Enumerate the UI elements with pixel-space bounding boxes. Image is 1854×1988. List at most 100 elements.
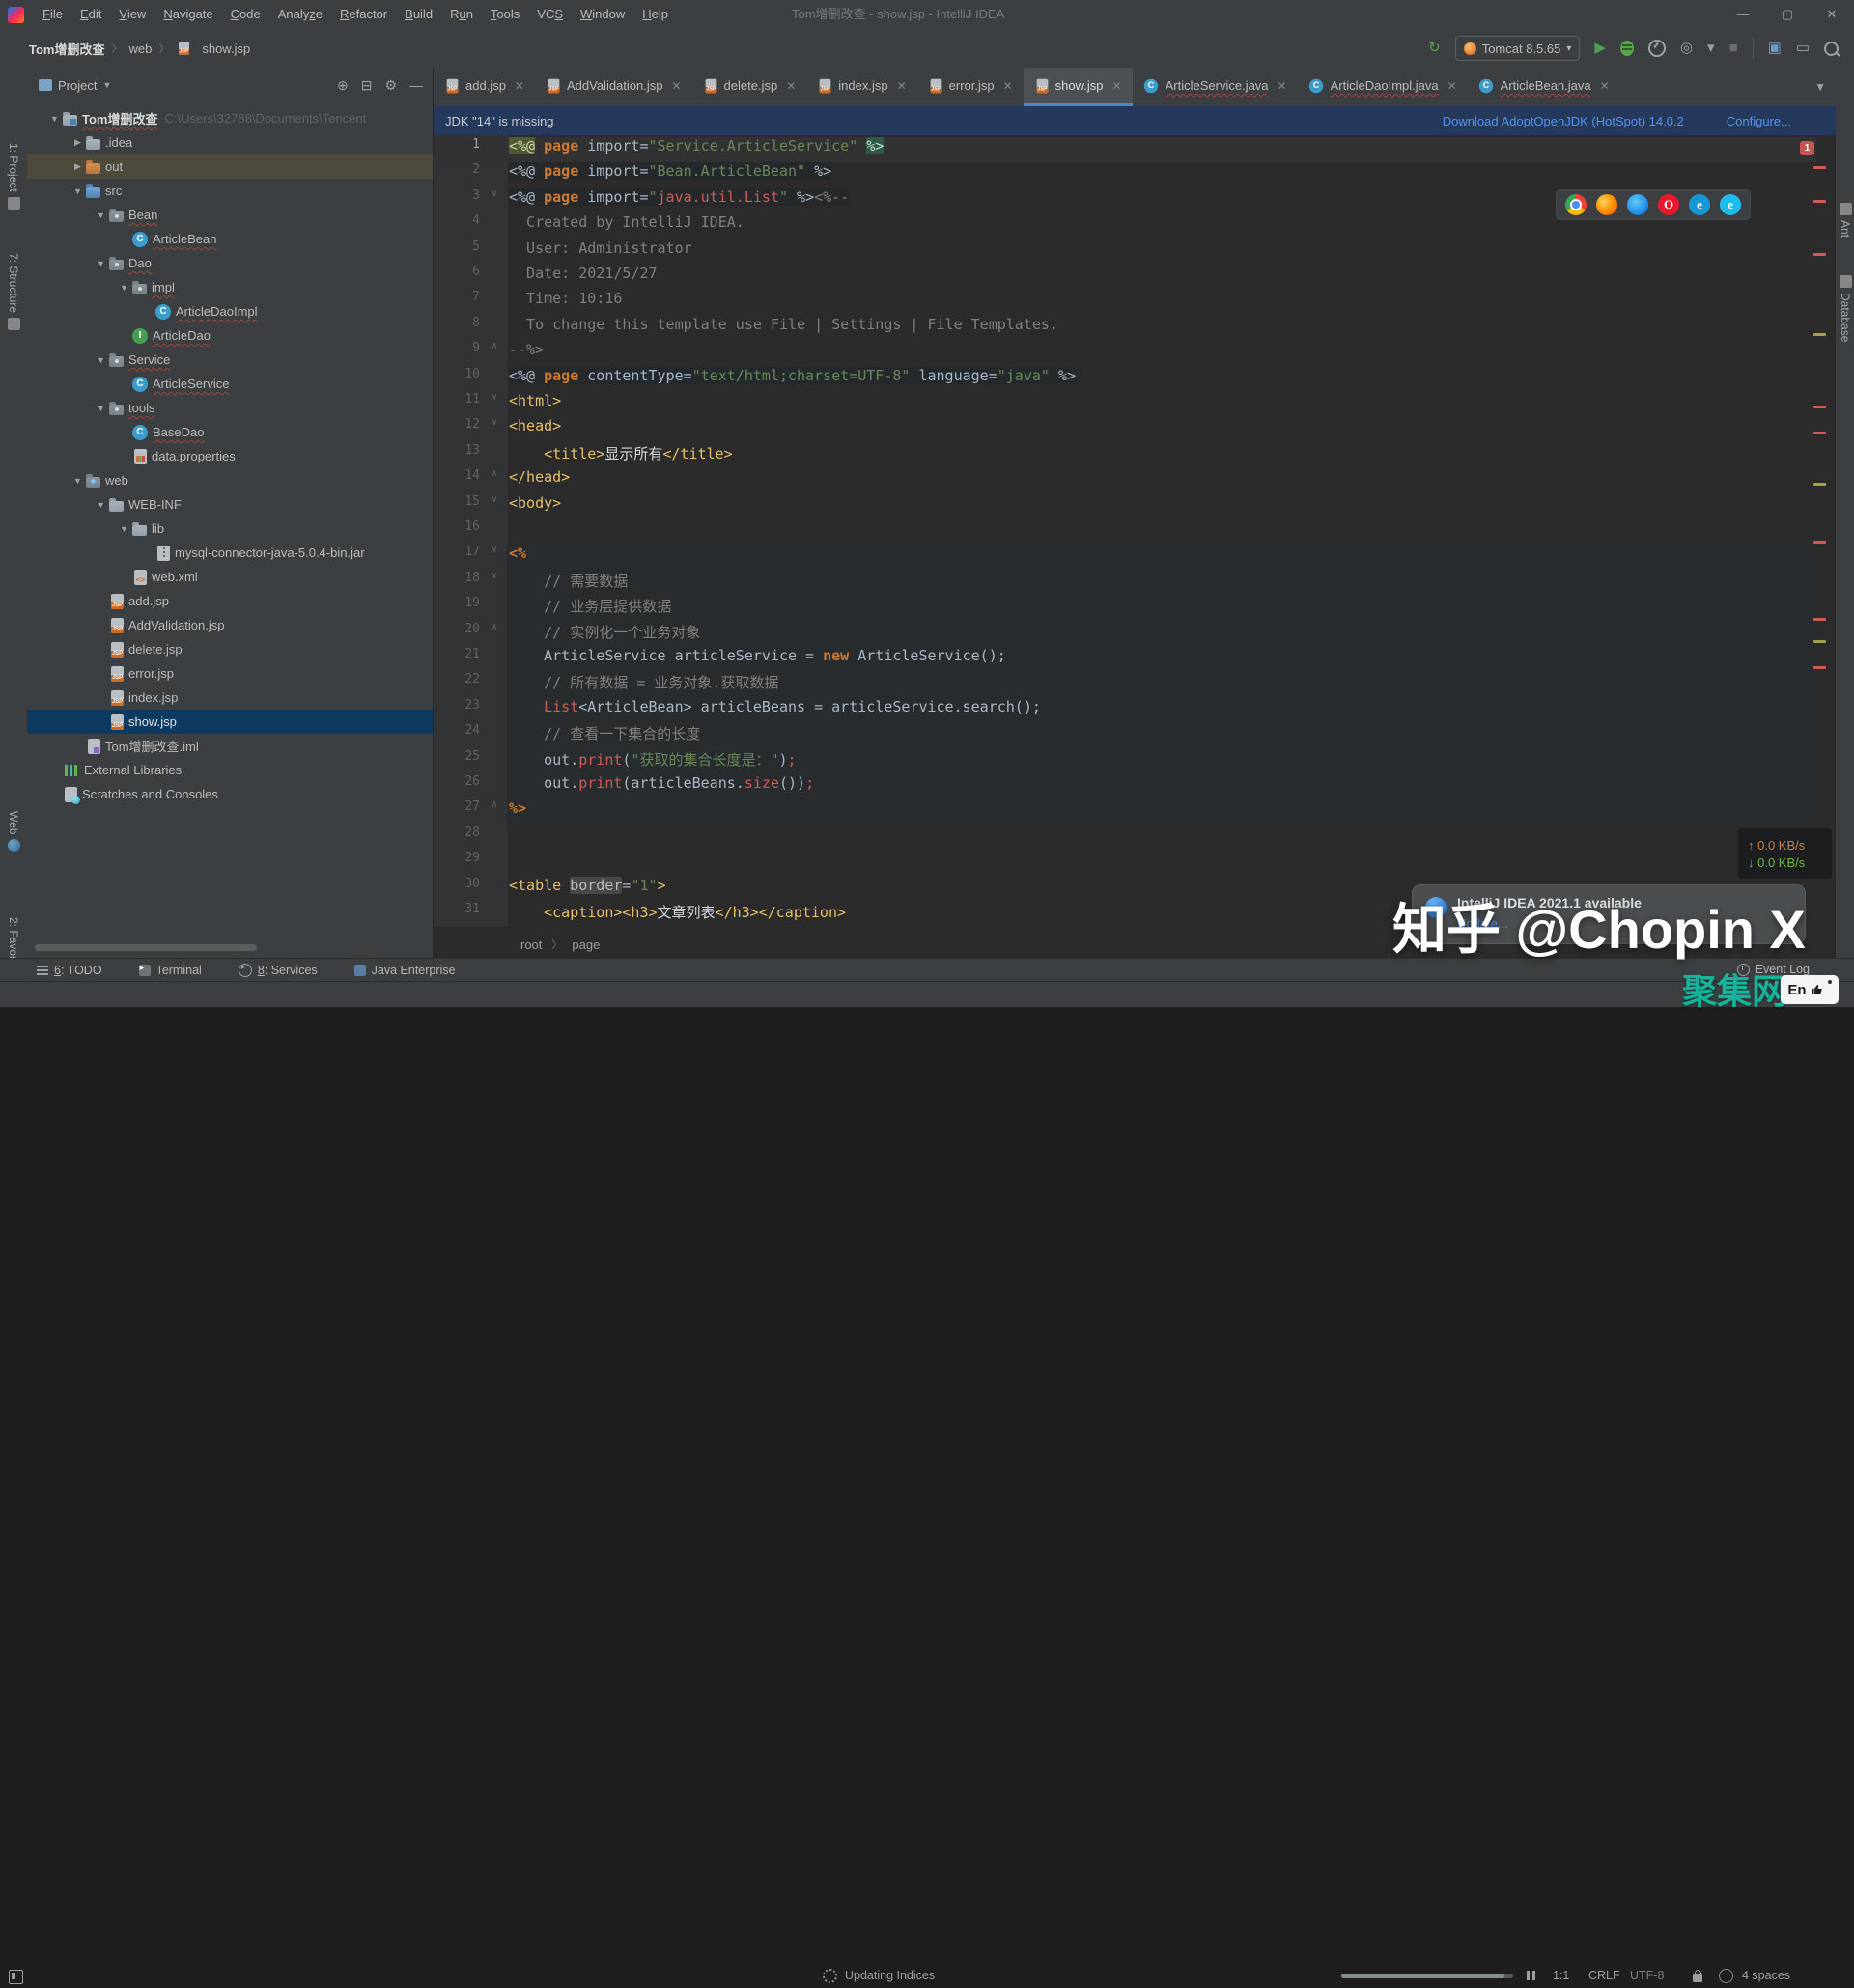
editor-area[interactable]: add.jsp✕AddValidation.jsp✕delete.jsp✕ind… (433, 68, 1836, 958)
tree-item-External-Libraries[interactable]: External Libraries (27, 758, 433, 782)
tree-item-ArticleService[interactable]: CArticleService (27, 372, 433, 396)
error-stripe-mark[interactable] (1813, 666, 1826, 669)
tab-add.jsp[interactable]: add.jsp✕ (434, 68, 535, 106)
chevron-down-icon[interactable]: ▼ (102, 80, 111, 90)
toolwindow-button-6-todo[interactable]: 6: TODO (37, 964, 102, 977)
dropdown-icon[interactable]: ▾ (1707, 29, 1715, 68)
fold-marker-icon[interactable]: ∧ (488, 622, 501, 632)
tree-item-ArticleDaoImpl[interactable]: CArticleDaoImpl (27, 299, 433, 323)
fold-marker-icon[interactable]: ∧ (488, 341, 501, 351)
menu-build[interactable]: Build (396, 0, 441, 29)
fold-marker-icon[interactable]: ∨ (488, 494, 501, 505)
error-stripe-mark[interactable] (1813, 166, 1826, 169)
toolwindow-button-terminal[interactable]: Terminal (139, 964, 202, 977)
pause-task-icon[interactable] (1527, 1971, 1536, 1980)
tree-item-src[interactable]: ▼src (27, 179, 433, 203)
minimize-button[interactable]: — (1721, 0, 1765, 29)
expanded-arrow-icon[interactable]: ▼ (93, 259, 109, 268)
project-structure-icon[interactable]: ▣ (1768, 29, 1782, 68)
close-tab-icon[interactable]: ✕ (1600, 79, 1610, 93)
code-lines[interactable]: 1<%@ page import="Service.ArticleService… (434, 137, 1816, 929)
stub-database[interactable]: Database (1836, 275, 1854, 342)
editor-breadcrumb-root[interactable]: root (520, 938, 542, 952)
preview-icon[interactable]: ▭ (1796, 29, 1810, 68)
menu-navigate[interactable]: Navigate (154, 0, 221, 29)
expanded-arrow-icon[interactable]: ▼ (116, 524, 132, 534)
menu-code[interactable]: Code (222, 0, 269, 29)
tree-item-lib[interactable]: ▼lib (27, 517, 433, 541)
indent-status[interactable]: 4 spaces (1742, 1963, 1790, 1988)
breadcrumb-item-1[interactable]: web (128, 42, 152, 56)
breadcrumb-item-0[interactable]: Tom增删改查 (29, 40, 104, 58)
project-view-selector[interactable]: Project (58, 78, 97, 93)
firefox-icon[interactable] (1596, 194, 1617, 215)
fold-marker-icon[interactable]: ∨ (488, 417, 501, 428)
menu-analyze[interactable]: Analyze (269, 0, 331, 29)
expanded-arrow-icon[interactable]: ▼ (116, 283, 132, 293)
tree-item-out[interactable]: ▶out (27, 154, 433, 179)
tree-item-Scratches-and-Consoles[interactable]: Scratches and Consoles (27, 782, 433, 806)
collapse-all-icon[interactable]: ⊟ (361, 77, 373, 94)
expanded-arrow-icon[interactable]: ▼ (46, 114, 63, 124)
close-button[interactable]: ✕ (1810, 0, 1854, 29)
inspections-error-badge[interactable]: 1 (1800, 141, 1814, 155)
file-encoding[interactable]: UTF-8 (1630, 1963, 1664, 1988)
expanded-arrow-icon[interactable]: ▼ (70, 186, 86, 196)
tree-item-ArticleDao[interactable]: IArticleDao (27, 323, 433, 348)
tree-item-Tom增删改查[interactable]: ▼Tom增删改查C:\Users\32788\Documents\Tencent (27, 106, 433, 130)
tab-ArticleDaoImpl.java[interactable]: CArticleDaoImpl.java✕ (1298, 68, 1468, 106)
tree-horizontal-scrollbar[interactable] (35, 944, 257, 951)
tab-ArticleBean.java[interactable]: CArticleBean.java✕ (1468, 68, 1620, 106)
menu-refactor[interactable]: Refactor (331, 0, 396, 29)
tree-item-delete.jsp[interactable]: delete.jsp (27, 637, 433, 661)
menu-view[interactable]: View (110, 0, 154, 29)
menu-window[interactable]: Window (572, 0, 633, 29)
tree-item-ArticleBean[interactable]: CArticleBean (27, 227, 433, 251)
tree-item-Tom增删改查.iml[interactable]: Tom增删改查.iml (27, 734, 433, 758)
run-icon[interactable]: ▶ (1594, 29, 1606, 68)
toolwindow-button-java-enterprise[interactable]: Java Enterprise (354, 964, 456, 977)
tool-window-toggle-icon[interactable] (9, 1970, 23, 1984)
tree-item-web[interactable]: ▼web (27, 468, 433, 492)
warning-stripe-mark[interactable] (1813, 333, 1826, 336)
stop-icon[interactable]: ■ (1729, 29, 1738, 68)
stub-ant[interactable]: Ant (1836, 203, 1854, 238)
error-stripe-mark[interactable] (1813, 253, 1826, 256)
ime-indicator[interactable]: En (1781, 975, 1839, 1004)
tree-item-.idea[interactable]: ▶.idea (27, 130, 433, 154)
expanded-arrow-icon[interactable]: ▼ (93, 355, 109, 365)
close-tab-icon[interactable]: ✕ (1003, 79, 1013, 93)
menu-tools[interactable]: Tools (482, 0, 528, 29)
expanded-arrow-icon[interactable]: ▼ (93, 500, 109, 510)
fold-marker-icon[interactable]: ∧ (488, 799, 501, 810)
collapsed-arrow-icon[interactable]: ▶ (70, 137, 86, 148)
expanded-arrow-icon[interactable]: ▼ (93, 210, 109, 220)
run-configuration-combo[interactable]: Tomcat 8.5.65▾ (1455, 36, 1581, 61)
search-everywhere-icon[interactable] (1824, 42, 1839, 56)
tab-delete.jsp[interactable]: delete.jsp✕ (692, 68, 807, 106)
expanded-arrow-icon[interactable]: ▼ (70, 476, 86, 486)
close-tab-icon[interactable]: ✕ (786, 79, 796, 93)
hidden-tabs-icon[interactable]: ▼ (1814, 68, 1826, 106)
tab-AddValidation.jsp[interactable]: AddValidation.jsp✕ (535, 68, 692, 106)
opera-icon[interactable]: O (1658, 194, 1679, 215)
menu-vcs[interactable]: VCS (528, 0, 572, 29)
edge-icon[interactable]: e (1689, 194, 1710, 215)
fold-marker-icon[interactable]: ∨ (488, 571, 501, 581)
warning-stripe-mark[interactable] (1813, 640, 1826, 643)
rerun-icon[interactable]: ↻ (1428, 29, 1441, 68)
fold-marker-icon[interactable]: ∨ (488, 188, 501, 199)
tree-item-Service[interactable]: ▼Service (27, 348, 433, 372)
tree-item-BaseDao[interactable]: CBaseDao (27, 420, 433, 444)
fold-marker-icon[interactable]: ∧ (488, 468, 501, 479)
error-stripe-mark[interactable] (1813, 618, 1826, 621)
tree-item-tools[interactable]: ▼tools (27, 396, 433, 420)
menu-help[interactable]: Help (633, 0, 677, 29)
menu-file[interactable]: File (34, 0, 71, 29)
hide-panel-icon[interactable]: — (409, 77, 423, 94)
tree-item-error.jsp[interactable]: error.jsp (27, 661, 433, 686)
debug-icon[interactable] (1620, 41, 1634, 56)
error-stripe-mark[interactable] (1813, 406, 1826, 408)
stub-1-project[interactable]: 1: Project (0, 143, 27, 210)
tree-item-AddValidation.jsp[interactable]: AddValidation.jsp (27, 613, 433, 637)
